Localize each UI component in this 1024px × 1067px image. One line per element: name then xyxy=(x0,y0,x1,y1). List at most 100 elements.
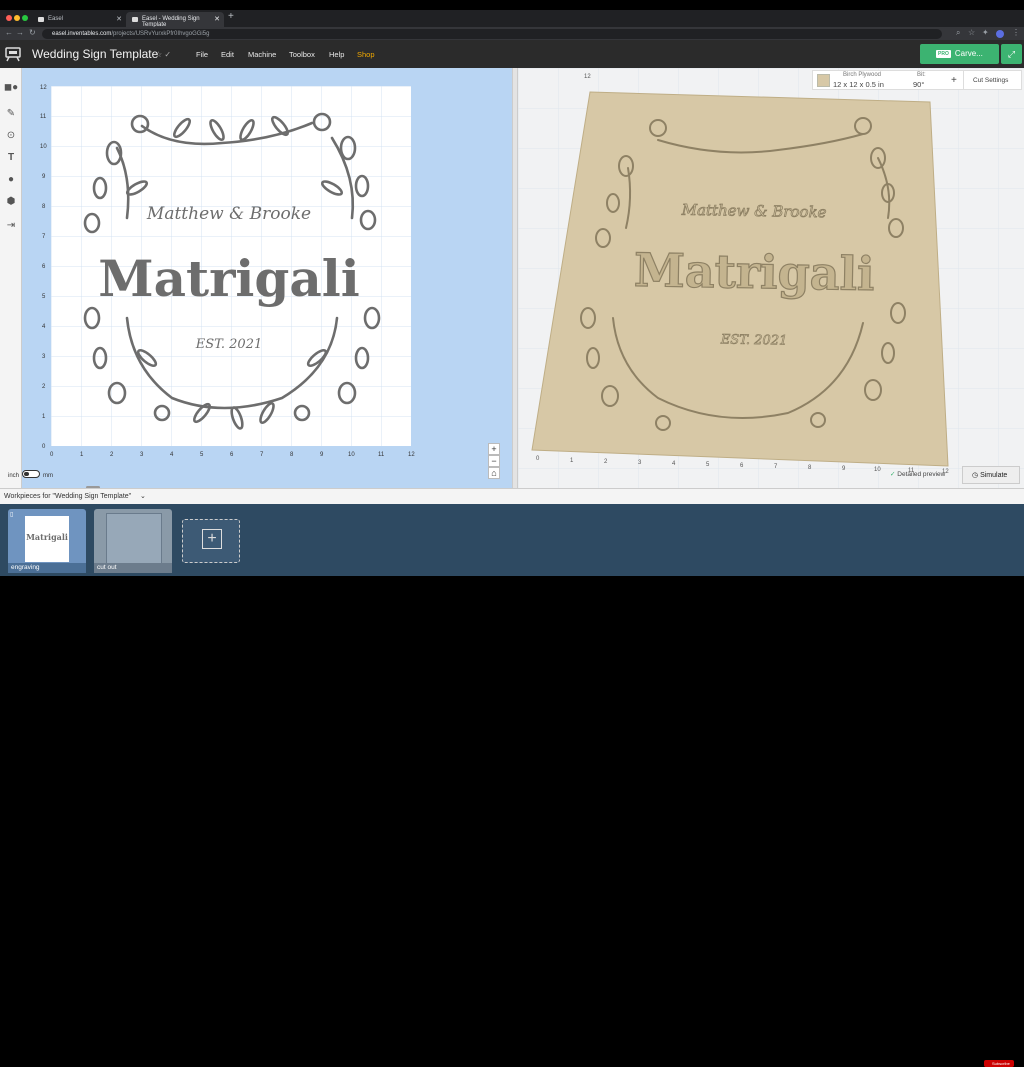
svg-text:3: 3 xyxy=(140,452,144,458)
design-canvas-area[interactable]: Matthew & Brooke Matrigali EST. 2021 0 1… xyxy=(22,68,512,488)
easel-logo-icon[interactable] xyxy=(4,46,22,62)
3d-box-icon[interactable]: ⬢ xyxy=(3,194,19,210)
workpiece-cut-out[interactable]: cut out xyxy=(94,509,172,573)
bookmark-star-icon[interactable]: ☆ xyxy=(968,28,975,37)
preview-names-text: Matthew & Brooke xyxy=(681,201,827,222)
svg-text:3: 3 xyxy=(42,354,46,360)
svg-text:11: 11 xyxy=(378,452,385,458)
minimize-window-icon[interactable] xyxy=(14,15,20,21)
import-icon[interactable]: ⇥ xyxy=(3,218,19,234)
svg-text:1: 1 xyxy=(80,452,84,458)
3d-preview[interactable]: Matthew & Brooke Matrigali EST. 2021 0 1… xyxy=(518,68,1024,488)
forward-icon[interactable]: → xyxy=(16,28,24,37)
design-toolbar: ◼● ✎ ⊙ T ● ⬢ ⇥ xyxy=(0,68,22,488)
project-title[interactable]: Wedding Sign Template xyxy=(32,47,158,61)
youtube-subscribe-badge[interactable]: Subscribe xyxy=(984,1060,1014,1067)
new-tab-icon[interactable]: + xyxy=(228,11,234,22)
material-panel: Birch Plywood 12 x 12 x 0.5 in Bit: 90° … xyxy=(812,70,1022,90)
material-swatch[interactable] xyxy=(817,74,830,87)
pen-icon[interactable]: ✎ xyxy=(3,106,19,122)
svg-text:0: 0 xyxy=(50,452,54,458)
svg-text:9: 9 xyxy=(320,452,324,458)
workpieces-tray: Matrigali ▯ engraving cut out + Subscrib… xyxy=(0,504,1024,1067)
svg-text:6: 6 xyxy=(230,452,234,458)
simulate-button[interactable]: ◷ Simulate xyxy=(962,466,1020,484)
svg-text:10: 10 xyxy=(40,144,47,150)
svg-text:7: 7 xyxy=(42,234,46,240)
units-toggle[interactable]: inch mm xyxy=(8,470,53,479)
file-icon: ▯ xyxy=(10,512,14,518)
workpieces-label[interactable]: Workpieces for "Wedding Sign Template" xyxy=(4,493,131,500)
svg-text:4: 4 xyxy=(42,324,46,330)
svg-text:8: 8 xyxy=(290,452,294,458)
units-switch[interactable] xyxy=(22,470,41,478)
zoom-out-button[interactable]: − xyxy=(488,455,500,467)
add-bit-icon[interactable]: + xyxy=(951,75,957,86)
svg-text:10: 10 xyxy=(874,467,881,473)
carve-button[interactable]: PRO Carve... xyxy=(920,44,999,64)
fullscreen-preview-icon[interactable]: ⤢ xyxy=(1001,44,1022,64)
workpieces-bar: Workpieces for "Wedding Sign Template" ⌄ xyxy=(0,488,1024,504)
cut-settings-button[interactable]: Cut Settings xyxy=(973,77,1008,84)
close-tab-icon[interactable]: ✕ xyxy=(116,15,122,23)
chevron-down-icon[interactable]: ⌄ xyxy=(140,492,146,500)
design-names-text[interactable]: Matthew & Brooke xyxy=(146,204,311,224)
svg-text:5: 5 xyxy=(200,452,204,458)
svg-text:10: 10 xyxy=(348,452,355,458)
profile-avatar[interactable] xyxy=(996,30,1004,38)
svg-text:4: 4 xyxy=(170,452,174,458)
close-window-icon[interactable] xyxy=(6,15,12,21)
add-workpiece-button[interactable]: + xyxy=(182,519,240,563)
menu-shop[interactable]: Shop xyxy=(357,50,375,59)
easel-favicon-icon xyxy=(38,17,44,22)
bit-value[interactable]: 90° xyxy=(913,80,924,89)
browser-tab-easel[interactable]: Easel ✕ xyxy=(32,12,126,27)
url-input[interactable]: easel.inventables.com/projects/USRvYurxk… xyxy=(42,29,942,39)
svg-text:12: 12 xyxy=(408,452,415,458)
design-canvas[interactable]: Matthew & Brooke Matrigali EST. 2021 0 1… xyxy=(22,68,512,488)
zoom-in-button[interactable]: + xyxy=(488,443,500,455)
menu-toolbox[interactable]: Toolbox xyxy=(289,50,315,59)
easel-favicon-icon xyxy=(132,17,138,22)
extensions-icon[interactable]: ✦ xyxy=(982,28,989,37)
shapes-icon[interactable]: ◼● xyxy=(3,80,19,96)
back-icon[interactable]: ← xyxy=(5,28,13,37)
canvas-x-axis: 0 1 2 3 4 5 6 7 8 9 10 11 12 xyxy=(50,452,415,458)
app-header: Wedding Sign Template ☆ ✓ File Edit Mach… xyxy=(0,40,1024,68)
menu-machine[interactable]: Machine xyxy=(248,50,276,59)
3d-preview-area[interactable]: Matthew & Brooke Matrigali EST. 2021 0 1… xyxy=(518,68,1024,488)
preview-est-text: EST. 2021 xyxy=(720,332,788,348)
reload-icon[interactable]: ↻ xyxy=(29,28,36,37)
svg-text:7: 7 xyxy=(260,452,264,458)
browser-tab-wedding-sign[interactable]: Easel - Wedding Sign Template ✕ xyxy=(126,12,224,28)
home-view-icon[interactable]: ⌂ xyxy=(488,467,500,479)
close-tab-icon[interactable]: ✕ xyxy=(214,15,220,23)
svg-text:2: 2 xyxy=(110,452,114,458)
workpiece-thumbnail xyxy=(106,513,162,565)
text-icon[interactable]: T xyxy=(3,150,19,166)
maximize-window-icon[interactable] xyxy=(22,15,28,21)
zoom-icon[interactable]: ⌕ xyxy=(956,28,960,38)
favorite-star-icon[interactable]: ☆ ✓ xyxy=(155,50,171,59)
preview-surname-text: Matrigali xyxy=(634,243,876,301)
svg-text:6: 6 xyxy=(42,264,46,270)
design-est-text[interactable]: EST. 2021 xyxy=(195,337,263,352)
material-name[interactable]: Birch Plywood xyxy=(843,72,881,78)
svg-text:0: 0 xyxy=(42,444,46,450)
plus-icon: + xyxy=(202,529,222,549)
apps-apple-icon[interactable]: ● xyxy=(3,172,19,188)
workpiece-engraving[interactable]: Matrigali ▯ engraving xyxy=(8,509,86,573)
menu-file[interactable]: File xyxy=(196,50,208,59)
browser-tab-strip: Easel ✕ Easel - Wedding Sign Template ✕ … xyxy=(0,10,1024,28)
preview-y-tick: 12 xyxy=(584,74,591,80)
target-icon[interactable]: ⊙ xyxy=(3,128,19,144)
menu-help[interactable]: Help xyxy=(329,50,344,59)
svg-text:11: 11 xyxy=(40,114,47,120)
svg-text:12: 12 xyxy=(40,85,47,91)
material-size[interactable]: 12 x 12 x 0.5 in xyxy=(833,80,884,89)
menu-edit[interactable]: Edit xyxy=(221,50,234,59)
detailed-preview-toggle[interactable]: ✓ Detailed preview xyxy=(890,470,945,478)
workpiece-thumbnail: Matrigali xyxy=(25,516,69,562)
design-surname-text[interactable]: Matrigali xyxy=(98,249,360,308)
browser-menu-icon[interactable]: ⋮ xyxy=(1012,28,1020,37)
